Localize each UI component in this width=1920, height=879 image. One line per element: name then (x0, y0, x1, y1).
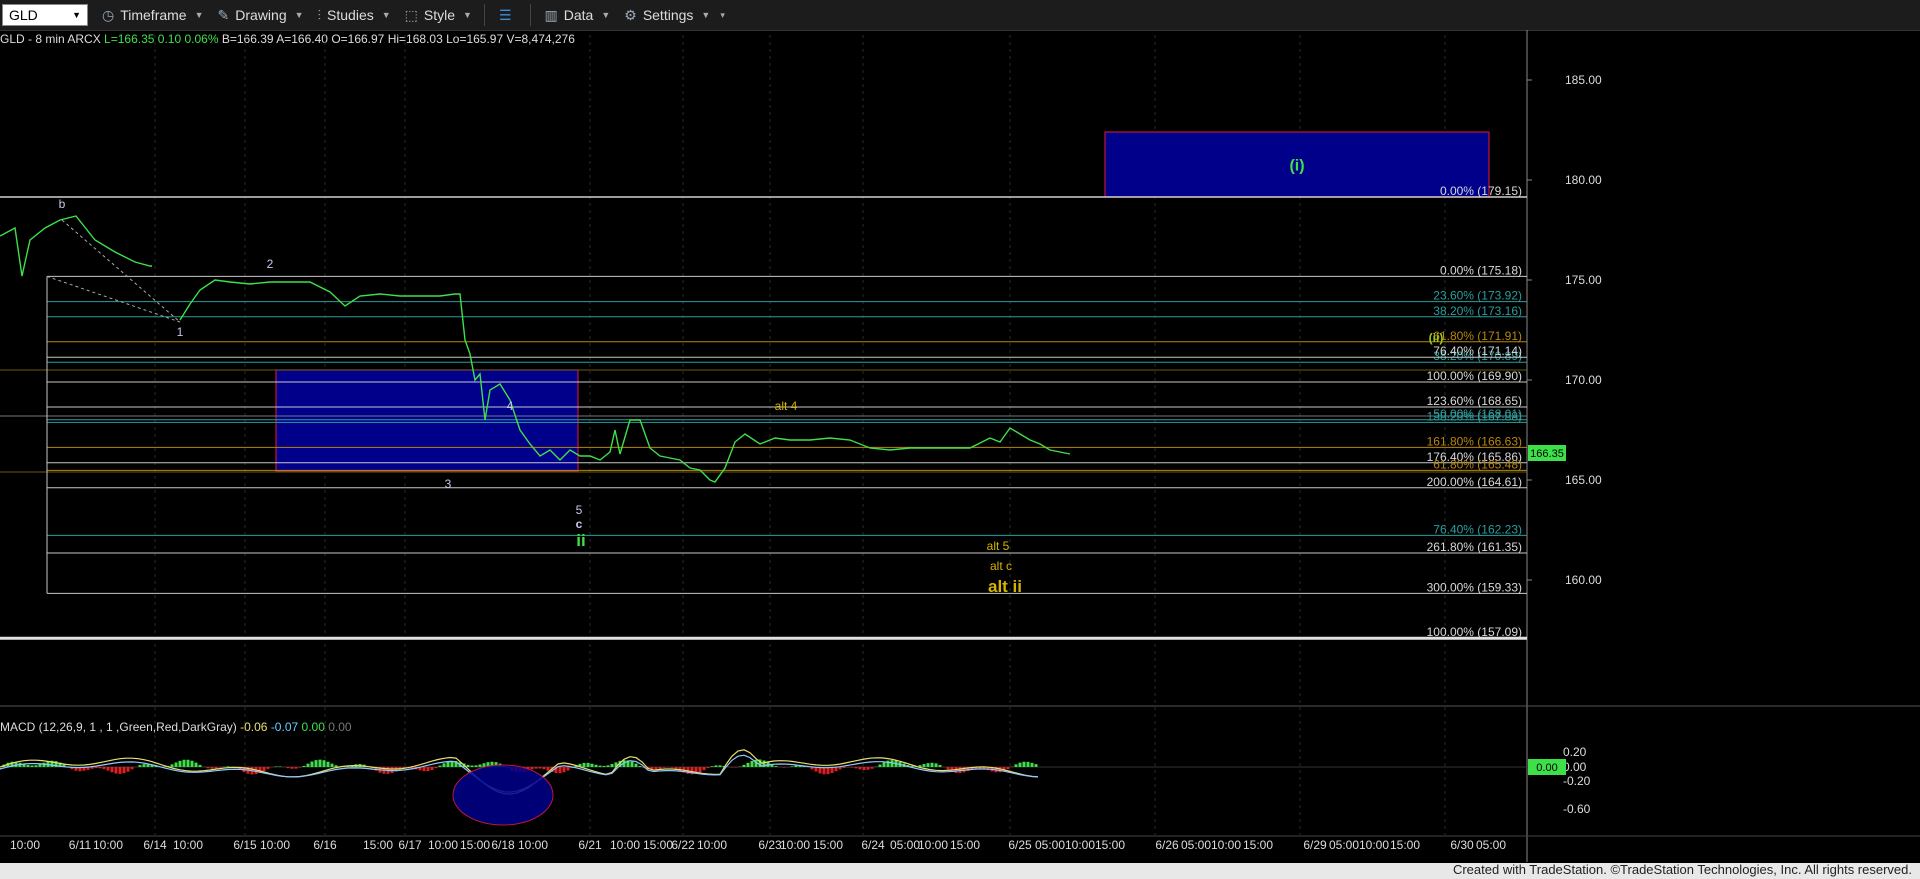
time-tick-label: 6/30 (1450, 838, 1474, 852)
time-tick-label: 10:00 (780, 838, 810, 852)
wave-label: 3 (445, 477, 452, 491)
macd-value: -0.06 (240, 720, 268, 734)
fib-label: 23.60% (173.92) (1433, 289, 1522, 303)
macd-tick-label: -0.60 (1563, 802, 1591, 816)
fib-label: 161.80% (166.63) (1427, 434, 1522, 448)
wave-label: alt 4 (775, 399, 798, 413)
fib-label: 0.00% (175.18) (1440, 263, 1522, 277)
macd-signal-value: -0.07 (270, 720, 299, 734)
fib-label: 100.00% (169.90) (1427, 369, 1522, 383)
wave-label: c (576, 517, 583, 531)
time-tick-label: 05:00 (1329, 838, 1359, 852)
time-tick-label: 15:00 (813, 838, 843, 852)
price-tick-label: 175.00 (1565, 273, 1602, 287)
time-tick-label: 6/26 (1155, 838, 1179, 852)
wave-label: 5 (576, 503, 583, 517)
price-tick-label: 180.00 (1565, 173, 1602, 187)
time-tick-label: 10:00 (610, 838, 640, 852)
time-tick-label: 6/25 (1008, 838, 1032, 852)
time-tick-label: 6/21 (578, 838, 602, 852)
wave-label: ii (576, 531, 585, 550)
time-tick-label: 10:00 (93, 838, 123, 852)
trend-line (46, 275, 181, 323)
wave-label: alt c (990, 559, 1012, 573)
price-tick-label: 185.00 (1565, 73, 1602, 87)
time-tick-label: 6/29 (1303, 838, 1327, 852)
time-tick-label: 05:00 (890, 838, 920, 852)
fib-label: 261.80% (161.35) (1427, 540, 1522, 554)
time-tick-label: 6/15 (233, 838, 257, 852)
trend-line (61, 219, 181, 323)
macd-tick-label: 0.00 (1563, 760, 1587, 774)
time-tick-label: 15:00 (950, 838, 980, 852)
time-tick-label: 10:00 (918, 838, 948, 852)
time-tick-label: 15:00 (1095, 838, 1125, 852)
fib-label: 76.40% (162.23) (1433, 522, 1522, 536)
time-tick-label: 05:00 (1035, 838, 1065, 852)
wave-label: 1 (177, 325, 184, 339)
time-tick-label: 10:00 (260, 838, 290, 852)
time-tick-label: 15:00 (643, 838, 673, 852)
macd-zero-value: 0.00 (328, 720, 352, 734)
time-tick-label: 6/11 (69, 838, 92, 852)
time-tick-label: 10:00 (697, 838, 727, 852)
price-series-0 (0, 215, 152, 277)
time-tick-label: 6/18 (491, 838, 515, 852)
time-tick-label: 6/16 (313, 838, 337, 852)
time-tick-label: 15:00 (1243, 838, 1273, 852)
time-tick-label: 6/17 (398, 838, 422, 852)
fib-label: 0.00% (179.15) (1440, 184, 1522, 198)
time-tick-label: 10:00 (1359, 838, 1389, 852)
wave-label: 4 (507, 399, 514, 413)
time-tick-label: 6/22 (671, 838, 695, 852)
macd-hist-value: 0.00 (301, 720, 325, 734)
time-tick-label: 05:00 (1476, 838, 1506, 852)
fib-label: 138.20% (167.88) (1427, 409, 1522, 423)
time-tick-label: 15:00 (363, 838, 393, 852)
time-tick-label: 15:00 (1390, 838, 1420, 852)
wave-label: b (59, 197, 66, 211)
time-tick-label: 05:00 (1181, 838, 1211, 852)
wave-label: 2 (267, 257, 274, 271)
time-tick-label: 10:00 (173, 838, 203, 852)
macd-tick-label: -0.20 (1563, 774, 1591, 788)
macd-tick-label: 0.20 (1563, 745, 1587, 759)
time-tick-label: 10:00 (1065, 838, 1095, 852)
macd-value-badge-label: 0.00 (1536, 762, 1557, 774)
fib-label: 61.80% (171.91) (1433, 329, 1522, 343)
macd-params: MACD (12,26,9, 1 , 1 ,Green,Red,DarkGray… (0, 720, 237, 734)
target-box (275, 369, 579, 472)
macd-label: MACD (12,26,9, 1 , 1 ,Green,Red,DarkGray… (0, 720, 352, 734)
fib-label: 61.80% (165.48) (1433, 457, 1522, 471)
last-price-label: 166.35 (1530, 448, 1564, 460)
price-tick-label: 165.00 (1565, 473, 1602, 487)
time-tick-label: 10:00 (518, 838, 548, 852)
price-tick-label: 160.00 (1565, 573, 1602, 587)
macd-highlight-ellipse (452, 764, 554, 826)
wave-label: alt 5 (987, 539, 1010, 553)
time-tick-label: 6/14 (143, 838, 167, 852)
wave-label: (ii) (1429, 331, 1444, 345)
fib-label: 76.40% (171.14) (1433, 344, 1522, 358)
wave-label: alt ii (988, 577, 1022, 596)
time-tick-label: 10:00 (10, 838, 40, 852)
time-tick-label: 6/23 (758, 838, 782, 852)
fib-label: 200.00% (164.61) (1427, 475, 1522, 489)
time-tick-label: 15:00 (460, 838, 490, 852)
fib-label: 38.20% (173.16) (1433, 304, 1522, 318)
wave-label: (i) (1289, 158, 1304, 175)
fib-label: 300.00% (159.33) (1427, 580, 1522, 594)
credit-text: Created with TradeStation. ©TradeStation… (1452, 862, 1912, 877)
fib-label: 100.00% (157.09) (1427, 625, 1522, 639)
price-tick-label: 170.00 (1565, 373, 1602, 387)
time-tick-label: 10:00 (1211, 838, 1241, 852)
time-tick-label: 6/24 (861, 838, 885, 852)
time-tick-label: 10:00 (428, 838, 458, 852)
